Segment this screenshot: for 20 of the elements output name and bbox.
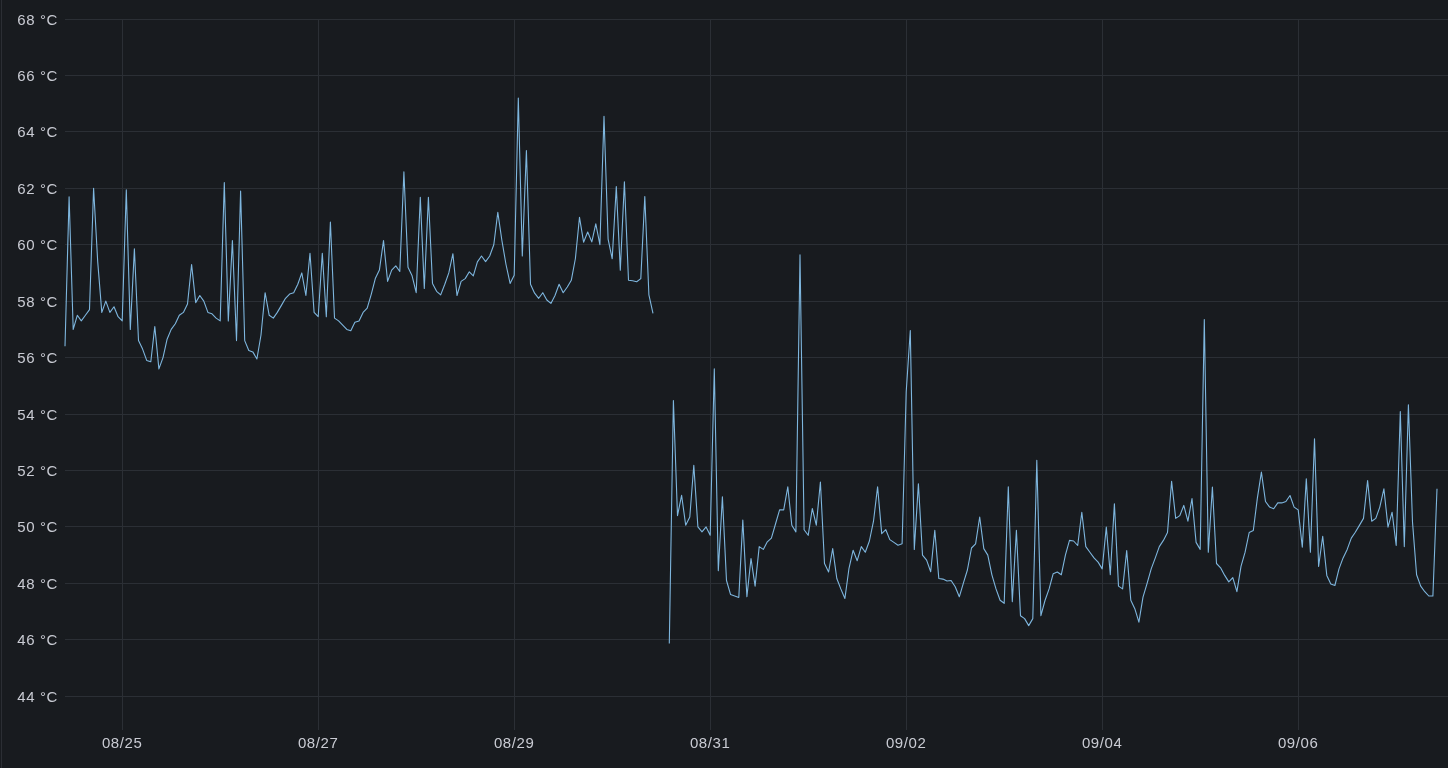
y-axis-label: 48 °C (17, 574, 58, 592)
x-axis-label: 08/29 (493, 733, 535, 751)
y-axis-label: 56 °C (17, 349, 58, 367)
y-axis-label: 50 °C (17, 518, 58, 536)
y-axis-label: 66 °C (17, 66, 58, 84)
x-axis-label: 09/04 (1081, 733, 1123, 751)
y-axis-label: 62 °C (17, 179, 58, 197)
x-axis-label: 08/31 (689, 733, 731, 751)
y-axis-label: 52 °C (17, 461, 58, 479)
x-axis-label: 08/27 (297, 733, 339, 751)
x-axis-label: 08/25 (101, 733, 143, 751)
y-axis-label: 44 °C (17, 687, 58, 705)
y-axis-label: 64 °C (17, 123, 58, 141)
x-axis-label: 09/06 (1277, 733, 1319, 751)
y-axis-label: 58 °C (17, 292, 58, 310)
y-axis-label: 68 °C (17, 10, 58, 28)
y-axis-label: 60 °C (17, 236, 58, 254)
y-axis-label: 46 °C (17, 631, 58, 649)
x-axis-label: 09/02 (885, 733, 927, 751)
y-axis-label: 54 °C (17, 405, 58, 423)
